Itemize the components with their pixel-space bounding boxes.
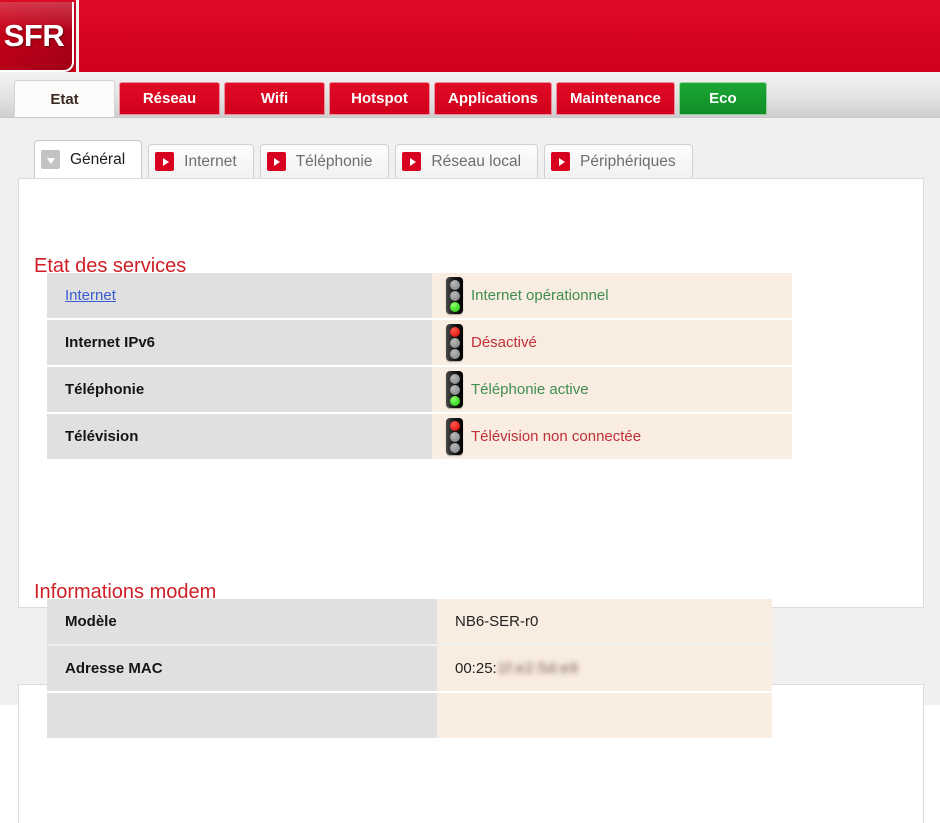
service-status-cell: Internet opérationnel <box>432 273 792 318</box>
traffic-light-bulb <box>449 373 460 384</box>
main-tab-hotspot[interactable]: Hotspot <box>329 82 430 115</box>
traffic-light-icon <box>446 418 463 455</box>
status-badge: Télévision non connectée <box>471 428 642 445</box>
modem-field-value: NB6-SER-r0 <box>437 599 772 644</box>
service-status-cell: Télévision non connectée <box>432 414 792 459</box>
main-tab-wifi[interactable]: Wifi <box>224 82 325 115</box>
traffic-light-bulb <box>449 301 460 312</box>
traffic-light-icon <box>446 371 463 408</box>
traffic-light-bulb <box>449 348 460 359</box>
service-name-cell: Téléphonie <box>47 367 432 412</box>
traffic-light-bulb <box>449 326 460 337</box>
modem-field-label <box>47 693 437 738</box>
sub-tab-label: Téléphonie <box>295 152 373 170</box>
sub-tab-label: Périphériques <box>580 152 676 170</box>
traffic-light-icon <box>446 277 463 314</box>
service-name-cell: Internet <box>47 273 432 318</box>
redacted-value: 1f:e2:5d:e9 <box>497 660 579 677</box>
header-divider <box>76 0 79 72</box>
sub-tab-label: Général <box>70 150 126 168</box>
modem-field-value <box>437 693 772 738</box>
main-tab-etat[interactable]: Etat <box>14 80 115 117</box>
services-table: Internet Internet opérationnel Internet IP… <box>47 273 807 461</box>
table-row: Internet IPv6 Désactivé <box>47 320 807 365</box>
status-badge: Téléphonie active <box>471 381 589 398</box>
service-name-cell: Internet IPv6 <box>47 320 432 365</box>
sfr-logo-text: SFR <box>3 18 65 53</box>
sub-tab-p-riph-riques[interactable]: Périphériques <box>544 144 693 178</box>
main-navigation: Etat Réseau Wifi Hotspot Applications Mainten… <box>0 72 940 118</box>
traffic-light-bulb <box>449 279 460 290</box>
chevron-right-icon <box>402 152 422 171</box>
table-row: Internet Internet opérationnel <box>47 273 807 318</box>
sub-tab-list: Général Internet Téléphonie Réseau local Pér… <box>34 140 693 178</box>
value-text: 00:25: 1f:e2:5d:e9 <box>455 660 578 677</box>
table-row: Téléphonie Téléphonie active <box>47 367 807 412</box>
table-row <box>47 693 772 738</box>
sub-tab-g-n-ral[interactable]: Général <box>34 140 143 178</box>
traffic-light-bulb <box>449 384 460 395</box>
value-visible: 00:25: <box>455 660 497 677</box>
status-badge: Internet opérationnel <box>471 287 609 304</box>
chevron-right-icon <box>551 152 571 171</box>
service-label: Internet IPv6 <box>65 334 156 351</box>
service-status-cell: Téléphonie active <box>432 367 792 412</box>
app-header: SFR <box>0 0 940 72</box>
sub-tab-label: Réseau local <box>431 152 522 170</box>
main-tab-maintenance[interactable]: Maintenance <box>556 82 675 115</box>
chevron-down-icon <box>41 150 60 169</box>
table-row: Télévision Télévision non connectée <box>47 414 807 459</box>
value-visible: NB6-SER-r0 <box>455 613 539 630</box>
main-tab-applications[interactable]: Applications <box>434 82 553 115</box>
sub-tab-t-l-phonie[interactable]: Téléphonie <box>259 144 390 178</box>
main-tab-r-seau[interactable]: Réseau <box>119 82 220 115</box>
traffic-light-bulb <box>449 290 460 301</box>
page-content: Général Internet Téléphonie Réseau local Pér… <box>0 118 940 823</box>
service-link[interactable]: Internet <box>65 287 116 304</box>
modem-field-label: Adresse MAC <box>47 646 437 691</box>
main-tab-eco[interactable]: Eco <box>678 82 767 115</box>
sfr-logo[interactable]: SFR <box>0 2 74 72</box>
status-badge: Désactivé <box>471 334 537 351</box>
service-label: Téléphonie <box>65 381 145 398</box>
traffic-light-bulb <box>449 395 460 406</box>
service-name-cell: Télévision <box>47 414 432 459</box>
traffic-light-icon <box>446 324 463 361</box>
modem-field-value: 00:25: 1f:e2:5d:e9 <box>437 646 772 691</box>
service-status-cell: Désactivé <box>432 320 792 365</box>
traffic-light-bulb <box>449 442 460 453</box>
main-tab-list: Etat Réseau Wifi Hotspot Applications Mainten… <box>14 80 767 117</box>
table-row: Adresse MAC 00:25: 1f:e2:5d:e9 <box>47 646 772 691</box>
modem-table: Modèle NB6-SER-r0 Adresse MAC 00:25: 1f:e2:5… <box>47 599 772 740</box>
traffic-light-bulb <box>449 431 460 442</box>
table-row: Modèle NB6-SER-r0 <box>47 599 772 644</box>
sub-tab-label: Internet <box>184 152 237 170</box>
modem-field-label: Modèle <box>47 599 437 644</box>
sub-tab-r-seau-local[interactable]: Réseau local <box>395 144 539 178</box>
service-label: Télévision <box>65 428 139 445</box>
sub-tab-internet[interactable]: Internet <box>148 144 254 178</box>
chevron-right-icon <box>266 152 286 171</box>
value-text: NB6-SER-r0 <box>455 613 538 630</box>
traffic-light-bulb <box>449 420 460 431</box>
traffic-light-bulb <box>449 337 460 348</box>
chevron-right-icon <box>155 152 175 171</box>
